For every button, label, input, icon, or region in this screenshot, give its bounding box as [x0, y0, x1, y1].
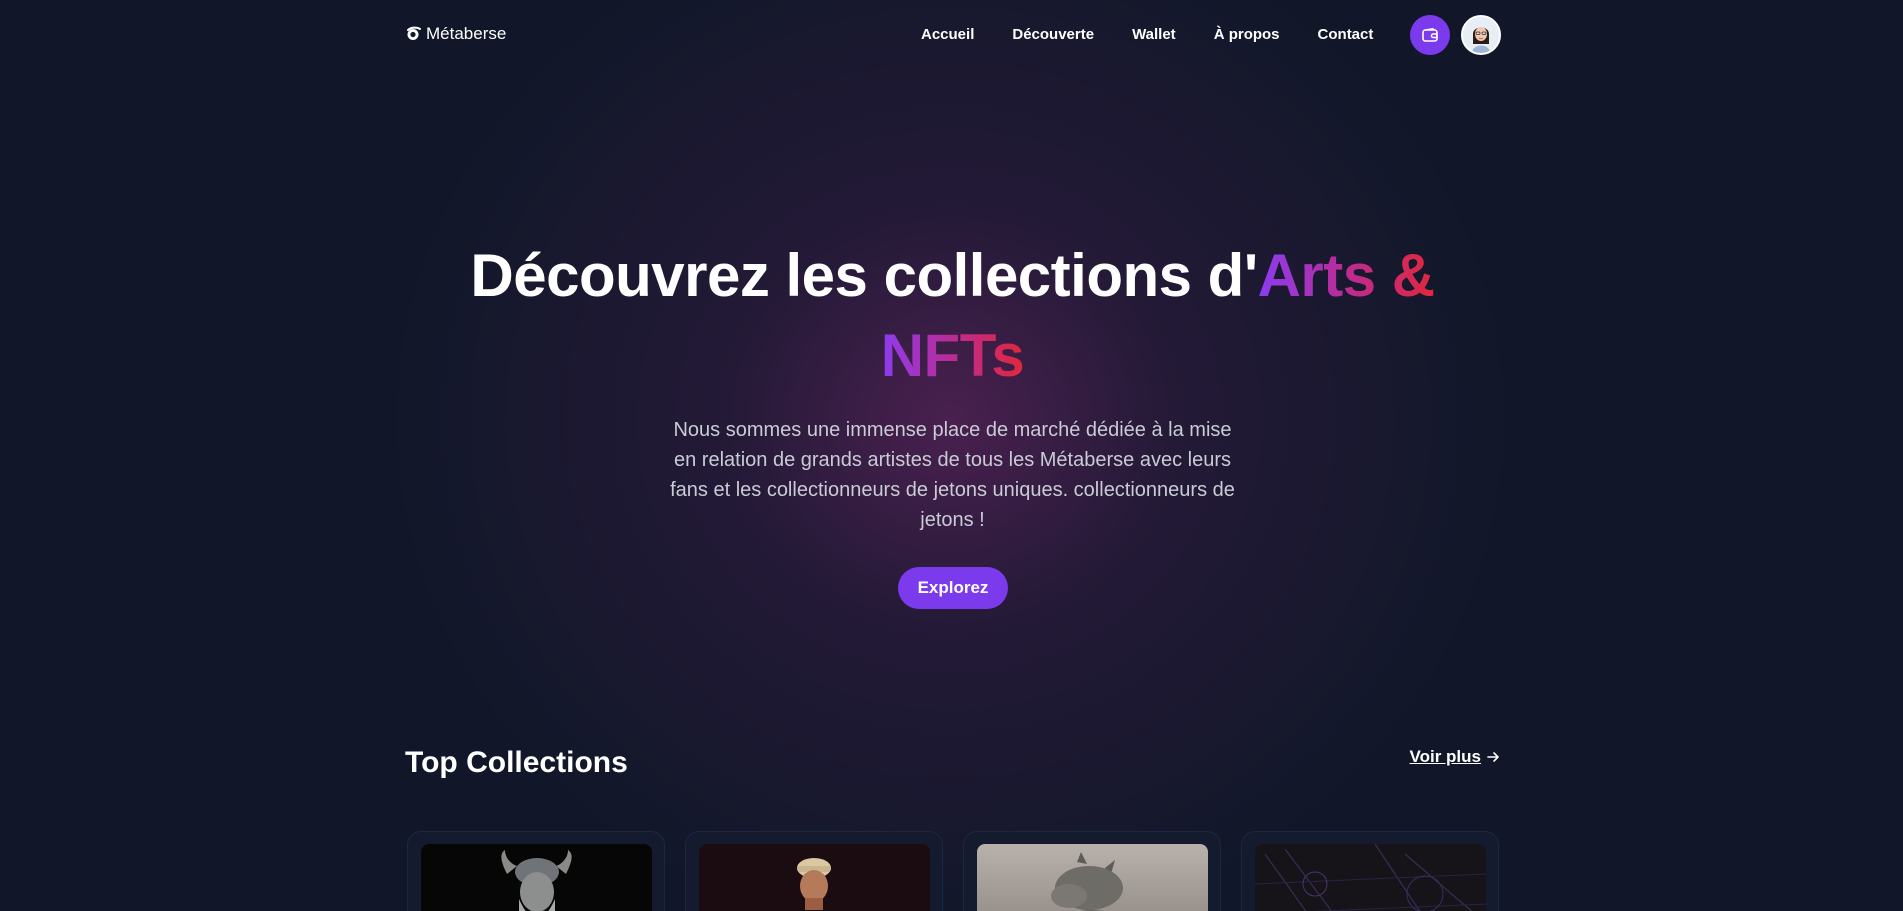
wallet-icon: [1422, 28, 1438, 42]
hero-description: Nous sommes une immense place de marché …: [670, 419, 1235, 531]
arrow-right-icon: [1487, 752, 1499, 762]
nav-item-contact[interactable]: Contact: [1318, 26, 1374, 43]
see-more-label: Voir plus: [1409, 747, 1481, 766]
nav-item-a-propos[interactable]: À propos: [1214, 26, 1280, 43]
top-collections-title: Top Collections: [405, 746, 628, 779]
collection-card-image[interactable]: [1255, 844, 1486, 911]
hero-title: Découvrez les collections d'Arts & NFTs: [405, 236, 1500, 396]
collection-card[interactable]: [407, 831, 665, 911]
navbar: Métaberse Accueil Découverte Wallet À pr…: [405, 0, 1501, 68]
dark-abstract-art-image: [1255, 844, 1486, 911]
grey-creature-sculpture-image: [1051, 852, 1123, 911]
collection-card-image[interactable]: [421, 844, 652, 911]
nav-item-wallet[interactable]: Wallet: [1132, 26, 1176, 43]
collection-cards: [407, 831, 1500, 911]
collection-card[interactable]: [963, 831, 1221, 911]
user-avatar-icon: [1463, 17, 1499, 53]
collection-card[interactable]: [1241, 831, 1499, 911]
viking-warrior-bust-image: [501, 850, 572, 911]
see-more-link[interactable]: Voir plus: [1410, 747, 1500, 767]
collection-card[interactable]: [685, 831, 943, 911]
brand-logo[interactable]: Métaberse: [405, 24, 506, 44]
page-container: Métaberse Accueil Découverte Wallet À pr…: [405, 0, 1501, 911]
collection-card-image[interactable]: [699, 844, 930, 911]
nav-item-decouverte[interactable]: Découverte: [1012, 26, 1094, 43]
main-menu: Accueil Découverte Wallet À propos Conta…: [921, 0, 1373, 68]
hero-title-plain: Découvrez les collections d': [470, 242, 1258, 309]
hero-title-highlight-2: NFTs: [880, 322, 1025, 389]
nav-item-accueil[interactable]: Accueil: [921, 26, 974, 43]
avatar[interactable]: [1461, 15, 1501, 55]
planet-logo-icon: [407, 26, 421, 40]
brand-name: Métaberse: [426, 24, 507, 43]
wallet-button[interactable]: [1410, 15, 1450, 55]
hero-title-highlight-1: Arts &: [1257, 242, 1436, 309]
explore-button[interactable]: Explorez: [898, 567, 1008, 609]
collection-card-image[interactable]: [977, 844, 1208, 911]
man-with-cap-bust-image: [797, 858, 831, 910]
